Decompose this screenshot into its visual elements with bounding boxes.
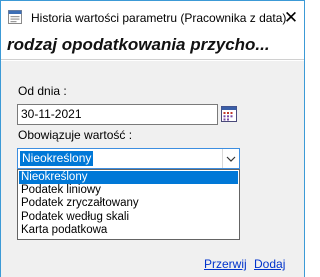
- date-field[interactable]: 30-11-2021: [17, 104, 218, 125]
- add-link[interactable]: Dodaj: [254, 257, 285, 271]
- date-label: Od dnia :: [18, 84, 67, 98]
- calendar-icon[interactable]: [220, 104, 238, 124]
- parameter-banner: rodzaj opodatkowania przycho...: [1, 33, 304, 60]
- combo-selected-value: Nieokreślony: [20, 151, 94, 166]
- dropdown-option[interactable]: Podatek liniowy: [19, 184, 238, 197]
- cancel-link[interactable]: Przerwij: [204, 257, 247, 271]
- form-panel: Od dnia : 30-11-2021 Obowiązuje wartość …: [1, 61, 304, 277]
- dropdown-option[interactable]: Karta podatkowa: [19, 224, 238, 237]
- parameter-heading: rodzaj opodatkowania przycho...: [7, 35, 270, 54]
- value-label: Obowiązuje wartość :: [18, 128, 133, 142]
- title-bar: Historia wartości parametru (Pracownika …: [1, 1, 304, 33]
- dropdown-option[interactable]: Podatek według skali: [19, 211, 238, 224]
- dropdown-list: Nieokreślony Podatek liniowy Podatek zry…: [17, 169, 240, 240]
- dropdown-option[interactable]: Podatek zryczałtowany: [19, 197, 238, 210]
- dropdown-option[interactable]: Nieokreślony: [19, 171, 238, 184]
- window-title: Historia wartości parametru (Pracownika …: [31, 11, 287, 25]
- value-combobox[interactable]: Nieokreślony: [17, 148, 240, 169]
- chevron-down-icon[interactable]: [222, 149, 239, 168]
- close-icon[interactable]: ✕: [280, 7, 302, 29]
- app-icon: [8, 10, 22, 24]
- dialog-window: Historia wartości parametru (Pracownika …: [0, 0, 305, 277]
